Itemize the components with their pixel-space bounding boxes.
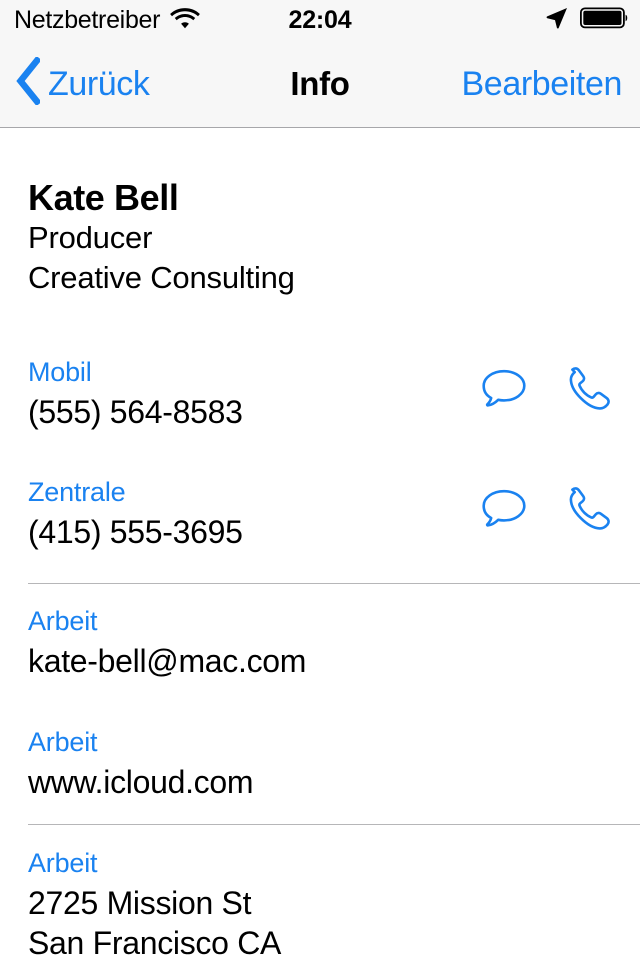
message-bubble-icon[interactable] — [480, 367, 528, 411]
edit-button[interactable]: Bearbeiten — [461, 40, 623, 127]
chevron-left-icon — [14, 55, 42, 110]
phone-handset-icon[interactable] — [564, 367, 612, 411]
field-label: Arbeit — [28, 848, 98, 878]
page-title-label: Info — [290, 65, 350, 102]
field-value-street[interactable]: 2725 Mission St — [28, 884, 640, 922]
contact-detail-list[interactable]: Kate Bell Producer Creative Consulting M… — [0, 129, 640, 960]
field-label: Arbeit — [28, 727, 98, 757]
edit-button-label: Bearbeiten — [461, 64, 623, 103]
status-bar: Netzbetreiber 22:04 — [0, 0, 640, 40]
back-button-label: Zurück — [48, 64, 150, 103]
contact-field-address[interactable]: Arbeit 2725 Mission St San Francisco CA — [0, 848, 640, 960]
contact-info-screen: Netzbetreiber 22:04 Zurück Info Bearbeit… — [0, 0, 640, 960]
back-button[interactable]: Zurück — [14, 40, 150, 127]
contact-job-title: Producer — [28, 220, 153, 255]
contact-name: Kate Bell — [28, 177, 179, 218]
contact-field-homepage[interactable]: Arbeit www.icloud.com — [0, 727, 640, 801]
clock-label: 22:04 — [288, 5, 352, 34]
contact-field-mobile-actions[interactable] — [480, 367, 612, 411]
section-separator — [28, 583, 640, 584]
field-label: Arbeit — [28, 606, 98, 636]
contact-header: Kate Bell Producer Creative Consulting — [0, 177, 640, 298]
field-value[interactable]: kate-bell@mac.com — [28, 642, 640, 680]
message-bubble-icon[interactable] — [480, 487, 528, 531]
field-value-city[interactable]: San Francisco CA — [28, 924, 640, 960]
section-separator — [28, 824, 640, 825]
contact-field-email[interactable]: Arbeit kate-bell@mac.com — [0, 606, 640, 680]
status-bar-center: 22:04 — [0, 0, 640, 40]
location-arrow-icon — [545, 6, 569, 35]
field-value[interactable]: www.icloud.com — [28, 763, 640, 801]
navigation-bar: Zurück Info Bearbeiten — [0, 40, 640, 128]
phone-handset-icon[interactable] — [564, 487, 612, 531]
contact-field-main-phone-actions[interactable] — [480, 487, 612, 531]
status-bar-right — [545, 0, 630, 40]
battery-full-icon — [579, 6, 630, 35]
contact-organization: Creative Consulting — [28, 260, 295, 295]
